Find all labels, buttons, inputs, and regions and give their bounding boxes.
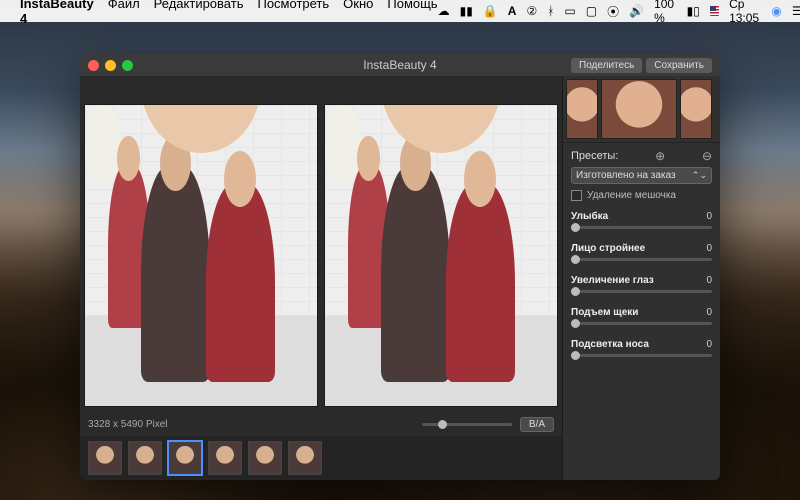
slider-label: Лицо стройнее (571, 243, 645, 254)
menubar-item-window[interactable]: Окно (343, 0, 373, 26)
slider-label: Улыбка (571, 211, 608, 222)
face-thumb[interactable] (680, 79, 712, 139)
wifi-icon[interactable]: ⦿ (607, 3, 619, 20)
menu-extra-icon[interactable]: ☁ (438, 4, 450, 18)
main-panel: 3328 x 5490 Pixel B/A (80, 76, 562, 480)
slider-label: Подсветка носа (571, 339, 649, 350)
slider-track[interactable] (571, 226, 712, 229)
slider-подсветка-носа: Подсветка носа 0 (563, 335, 720, 367)
slider-label: Подъем щеки (571, 307, 638, 318)
before-after-canvas[interactable] (80, 76, 562, 413)
notification-center-icon[interactable]: ☰ (792, 4, 800, 18)
preset-remove-icon[interactable]: ⊖ (702, 149, 712, 163)
thumbnail[interactable] (168, 441, 202, 475)
before-after-toggle[interactable]: B/A (520, 417, 554, 432)
slider-value: 0 (706, 307, 712, 318)
face-thumb[interactable] (566, 79, 598, 139)
bluetooth-icon[interactable]: ᚼ (547, 4, 554, 18)
volume-icon[interactable]: 🔊 (629, 4, 644, 18)
photo-before (84, 104, 318, 407)
slider-track[interactable] (571, 322, 712, 325)
menubar-item-view[interactable]: Посмотреть (257, 0, 329, 26)
remove-bags-label: Удаление мешочка (587, 190, 676, 201)
slider-увеличение-глаз: Увеличение глаз 0 (563, 271, 720, 303)
zoom-slider[interactable] (422, 423, 512, 426)
menu-extra-icon[interactable]: ▭ (564, 4, 575, 18)
slider-лицо-стройнее: Лицо стройнее 0 (563, 239, 720, 271)
menu-extra-icon[interactable]: ② (526, 4, 537, 18)
thumbnail-strip (80, 436, 562, 480)
battery-icon[interactable]: ▮▯ (687, 4, 700, 18)
slider-value: 0 (706, 211, 712, 222)
slider-value: 0 (706, 275, 712, 286)
menubar-item-help[interactable]: Помощь (387, 0, 437, 26)
slider-подъем-щеки: Подъем щеки 0 (563, 303, 720, 335)
photo-after (324, 104, 558, 407)
thumbnail[interactable] (248, 441, 282, 475)
slider-улыбка: Улыбка 0 (563, 207, 720, 239)
thumbnail[interactable] (288, 441, 322, 475)
preset-select[interactable]: Изготовлено на заказ ⌃⌄ (571, 167, 712, 184)
thumbnail[interactable] (208, 441, 242, 475)
chevron-updown-icon: ⌃⌄ (692, 170, 707, 181)
menubar-item-edit[interactable]: Редактировать (154, 0, 244, 26)
macos-menubar: InstaBeauty 4 Файл Редактировать Посмотр… (0, 0, 800, 22)
face-thumb-selected[interactable] (601, 79, 677, 139)
menu-extra-adobe-icon[interactable]: A (508, 4, 517, 18)
slider-track[interactable] (571, 290, 712, 293)
display-icon[interactable]: ▢ (586, 4, 597, 18)
slider-value: 0 (706, 243, 712, 254)
slider-label: Увеличение глаз (571, 275, 654, 286)
input-source-flag-icon[interactable] (710, 6, 719, 16)
app-window: InstaBeauty 4 Поделитесь Сохранить (80, 54, 720, 480)
presets-label: Пресеты: (571, 150, 618, 162)
window-titlebar[interactable]: InstaBeauty 4 Поделитесь Сохранить (80, 54, 720, 76)
slider-value: 0 (706, 339, 712, 350)
menu-extra-icon[interactable]: ▮▮ (460, 4, 473, 18)
preset-add-icon[interactable]: ⊕ (655, 149, 665, 163)
menubar-item-file[interactable]: Файл (108, 0, 140, 26)
checkbox-box-icon (571, 190, 582, 201)
right-sidebar: Пресеты: ⊕ ⊖ Изготовлено на заказ ⌃⌄ Уда… (562, 76, 720, 480)
share-button[interactable]: Поделитесь (571, 58, 642, 73)
slider-track[interactable] (571, 258, 712, 261)
slider-track[interactable] (571, 354, 712, 357)
thumbnail[interactable] (88, 441, 122, 475)
menubar-app-name[interactable]: InstaBeauty 4 (20, 0, 94, 26)
image-dimensions: 3328 x 5490 Pixel (88, 419, 168, 430)
save-button[interactable]: Сохранить (646, 58, 712, 73)
siri-icon[interactable]: ◉ (771, 4, 781, 18)
remove-bags-checkbox[interactable]: Удаление мешочка (571, 190, 712, 201)
menu-extra-lock-icon[interactable]: 🔒 (483, 4, 498, 18)
detected-faces-strip (563, 76, 720, 142)
thumbnail[interactable] (128, 441, 162, 475)
menubar-clock[interactable]: Ср 13:05 (729, 0, 761, 25)
preset-selected-value: Изготовлено на заказ (576, 170, 676, 181)
battery-percent[interactable]: 100 % (654, 0, 677, 25)
